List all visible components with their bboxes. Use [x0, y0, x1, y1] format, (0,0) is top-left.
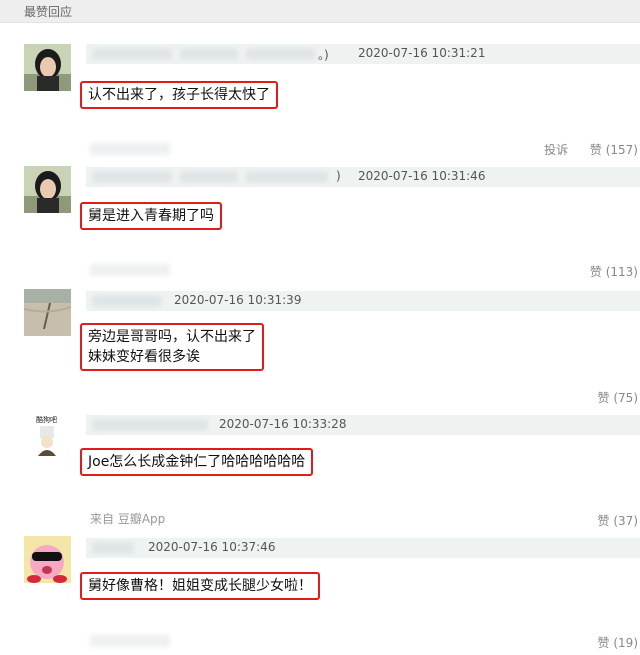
avatar[interactable]: [24, 536, 71, 583]
reply-preview-redacted: [90, 635, 170, 647]
like-button[interactable]: 赞 (157): [590, 143, 638, 157]
comment-meta: 。) 2020-07-16 10:31:21: [86, 44, 640, 64]
username-redacted: [246, 171, 328, 183]
comment-line: Joe怎么长成金钟仁了哈哈哈哈哈哈: [88, 454, 306, 470]
reply-preview-redacted: [90, 143, 170, 155]
avatar[interactable]: [24, 166, 71, 213]
comment-line: 妹妹变好看很多诶: [88, 349, 200, 365]
comment-line: 认不出来了，孩子长得太快了: [88, 87, 270, 103]
comment-line: 舅好像曹格！姐姐变成长腿少女啦！: [88, 578, 312, 594]
comment-actions: 赞 (37): [580, 512, 638, 529]
username-redacted[interactable]: [92, 171, 172, 183]
section-title: 最赞回应: [24, 5, 73, 19]
comment-actions: 赞 (113): [572, 263, 638, 280]
like-button[interactable]: 赞 (75): [598, 391, 638, 405]
username-redacted: [180, 171, 238, 183]
avatar-label: 酷狗吧: [36, 416, 57, 424]
username-redacted: [246, 48, 316, 60]
report-link[interactable]: 投诉: [544, 143, 568, 157]
username-redacted: [180, 48, 238, 60]
comment-text: 认不出来了，孩子长得太快了: [80, 81, 278, 109]
comment-source: 来自 豆瓣App: [90, 512, 166, 526]
avatar[interactable]: [24, 44, 71, 91]
comment-meta: 2020-07-16 10:33:28: [86, 415, 640, 435]
comment-timestamp: 2020-07-16 10:37:46: [148, 540, 276, 554]
comment-line: 旁边是哥哥吗，认不出来了: [88, 329, 256, 345]
comment-text: 舅好像曹格！姐姐变成长腿少女啦！: [80, 572, 320, 600]
avatar[interactable]: 酷狗吧: [24, 412, 71, 459]
comment-line: 舅是进入青春期了吗: [88, 208, 214, 224]
comment-timestamp: 2020-07-16 10:31:39: [174, 293, 302, 307]
comment-timestamp: 2020-07-16 10:33:28: [219, 417, 347, 431]
like-button[interactable]: 赞 (37): [598, 514, 638, 528]
comment-timestamp: 2020-07-16 10:31:21: [358, 46, 486, 60]
comment-actions: 赞 (75): [580, 389, 638, 406]
comment-timestamp: 2020-07-16 10:31:46: [358, 169, 486, 183]
comment-actions: 赞 (19): [580, 634, 638, 651]
username-redacted[interactable]: [92, 295, 162, 307]
comment-meta: ) 2020-07-16 10:31:46: [86, 167, 640, 187]
comment-text: Joe怎么长成金钟仁了哈哈哈哈哈哈: [80, 448, 314, 476]
comment-meta: 2020-07-16 10:31:39: [86, 291, 640, 311]
name-suffix: ): [336, 169, 341, 183]
like-button[interactable]: 赞 (19): [598, 636, 638, 650]
comment-actions: 投诉 赞 (157): [526, 141, 638, 158]
comment-text: 旁边是哥哥吗，认不出来了 妹妹变好看很多诶: [80, 323, 264, 371]
reply-preview-redacted: [90, 264, 170, 276]
section-header: 最赞回应: [0, 0, 640, 23]
name-suffix: 。): [318, 48, 329, 62]
like-button[interactable]: 赞 (113): [590, 265, 638, 279]
username-redacted[interactable]: [92, 419, 208, 431]
avatar[interactable]: [24, 289, 71, 336]
comment-meta: 2020-07-16 10:37:46: [86, 538, 640, 558]
username-redacted[interactable]: [92, 542, 134, 554]
comment-text: 舅是进入青春期了吗: [80, 202, 222, 230]
username-redacted[interactable]: [92, 48, 172, 60]
